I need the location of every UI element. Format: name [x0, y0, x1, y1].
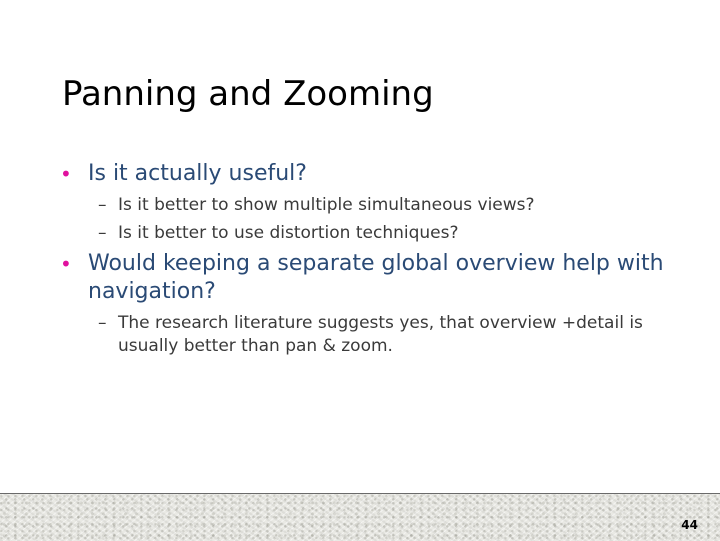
dash-icon: –	[98, 313, 107, 333]
bullet-text: Is it actually useful?	[88, 161, 307, 186]
footer-band: 44	[0, 493, 720, 541]
sub-bullet-text: Is it better to use distortion technique…	[118, 223, 459, 243]
sub-bullet-item: – The research literature suggests yes, …	[60, 312, 680, 358]
sub-bullet-item: – Is it better to show multiple simultan…	[60, 194, 680, 217]
dash-icon: –	[98, 195, 107, 215]
sub-bullet-text: The research literature suggests yes, th…	[118, 313, 643, 356]
slide: Panning and Zooming • Is it actually use…	[0, 0, 720, 541]
bullet-text: Would keeping a separate global overview…	[88, 251, 664, 304]
sub-bullet-item: – Is it better to use distortion techniq…	[60, 222, 680, 245]
page-number: 44	[681, 518, 698, 532]
bullet-item: • Is it actually useful?	[60, 160, 680, 188]
slide-title: Panning and Zooming	[62, 74, 434, 114]
bullet-item: • Would keeping a separate global overvi…	[60, 250, 680, 306]
bullet-icon: •	[60, 162, 72, 186]
bullet-list: • Is it actually useful? – Is it better …	[60, 160, 680, 363]
sub-bullet-text: Is it better to show multiple simultaneo…	[118, 195, 535, 215]
dash-icon: –	[98, 223, 107, 243]
bullet-icon: •	[60, 252, 72, 276]
